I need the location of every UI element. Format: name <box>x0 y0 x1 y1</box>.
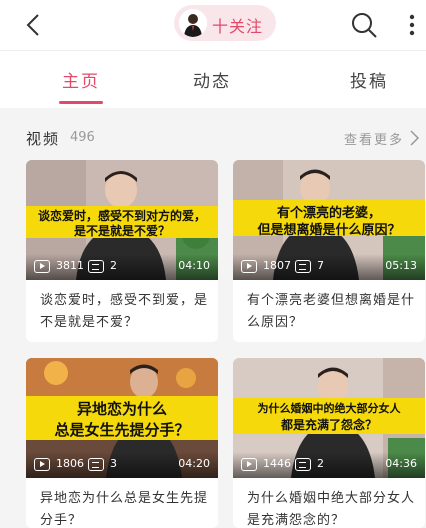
more-vertical-icon[interactable] <box>404 12 420 38</box>
top-bar: 十关注 <box>0 0 426 50</box>
tab-bar: 主页 动态 投稿 <box>0 50 426 108</box>
video-meta-bar: 3811 2 04:10 <box>26 254 218 280</box>
thumbnail-caption: 但是想离婚是什么原因？ <box>257 223 401 238</box>
video-thumbnail[interactable]: 异地恋为什么 总是女生先提分手？ 1806 3 04:20 <box>26 358 218 478</box>
tab-submissions[interactable]: 投稿 <box>350 67 388 92</box>
play-count-icon <box>241 458 257 471</box>
video-card[interactable]: 为什么婚姻中的绝大部分女人 都是充满了怨念？ 1446 2 04:36 为什么婚… <box>233 358 425 528</box>
video-title[interactable]: 谈恋爱时，感受不到爱，是不是就是不爱？ <box>40 290 208 334</box>
tab-activity[interactable]: 动态 <box>193 67 231 92</box>
play-count: 3811 <box>56 259 84 272</box>
video-meta-bar: 1807 7 05:13 <box>233 254 425 280</box>
search-icon[interactable] <box>349 10 379 40</box>
comment-count-icon <box>295 458 311 471</box>
play-count: 1446 <box>263 457 291 470</box>
video-thumbnail[interactable]: 为什么婚姻中的绝大部分女人 都是充满了怨念？ 1446 2 04:36 <box>233 358 425 478</box>
comment-count-icon <box>295 260 311 273</box>
comment-count-icon <box>88 458 104 471</box>
video-card[interactable]: 谈恋爱时，感受不到对方的爱， 是不是就是不爱？ 3811 2 04:10 谈恋爱… <box>26 160 218 342</box>
video-card[interactable]: 有个漂亮的老婆， 但是想离婚是什么原因？ 1807 7 05:13 有个漂亮老婆… <box>233 160 425 342</box>
back-arrow-icon[interactable] <box>18 10 48 40</box>
video-thumbnail[interactable]: 谈恋爱时，感受不到对方的爱， 是不是就是不爱？ 3811 2 04:10 <box>26 160 218 280</box>
video-duration: 04:10 <box>178 259 210 272</box>
play-count: 1806 <box>56 457 84 470</box>
play-count: 1807 <box>263 259 291 272</box>
comment-count-icon <box>88 260 104 273</box>
active-tab-indicator <box>59 101 103 104</box>
thumbnail-caption: 都是充满了怨念？ <box>280 418 377 432</box>
thumbnail-caption: 总是女生先提分手？ <box>54 421 190 439</box>
video-card[interactable]: 异地恋为什么 总是女生先提分手？ 1806 3 04:20 异地恋为什么总是女生… <box>26 358 218 528</box>
play-count-icon <box>34 458 50 471</box>
comment-count: 2 <box>110 259 117 272</box>
play-count-icon <box>34 260 50 273</box>
video-duration: 04:36 <box>385 457 417 470</box>
thumbnail-caption: 异地恋为什么 <box>76 400 167 418</box>
video-thumbnail[interactable]: 有个漂亮的老婆， 但是想离婚是什么原因？ 1807 7 05:13 <box>233 160 425 280</box>
section-count: 496 <box>70 130 95 145</box>
video-title[interactable]: 有个漂亮老婆但想离婚是什么原因？ <box>247 290 415 334</box>
play-count-icon <box>241 260 257 273</box>
video-meta-bar: 1446 2 04:36 <box>233 452 425 478</box>
thumbnail-caption: 为什么婚姻中的绝大部分女人 <box>257 402 401 415</box>
video-title[interactable]: 异地恋为什么总是女生先提分手？ <box>40 488 208 528</box>
video-duration: 05:13 <box>385 259 417 272</box>
section-title: 视频 <box>26 130 61 148</box>
video-duration: 04:20 <box>178 457 210 470</box>
video-meta-bar: 1806 3 04:20 <box>26 452 218 478</box>
video-title[interactable]: 为什么婚姻中绝大部分女人是充满怨念的？ <box>247 488 415 528</box>
tab-home[interactable]: 主页 <box>62 67 100 92</box>
chevron-right-icon[interactable] <box>408 128 420 148</box>
thumbnail-caption: 是不是就是不爱？ <box>73 224 170 238</box>
comment-count: 3 <box>110 457 117 470</box>
follow-button[interactable]: 十关注 <box>174 5 276 41</box>
view-more-link[interactable]: 查看更多 <box>344 129 404 148</box>
comment-count: 2 <box>317 457 324 470</box>
avatar <box>179 9 207 37</box>
follow-label: 十关注 <box>212 17 264 36</box>
comment-count: 7 <box>317 259 324 272</box>
